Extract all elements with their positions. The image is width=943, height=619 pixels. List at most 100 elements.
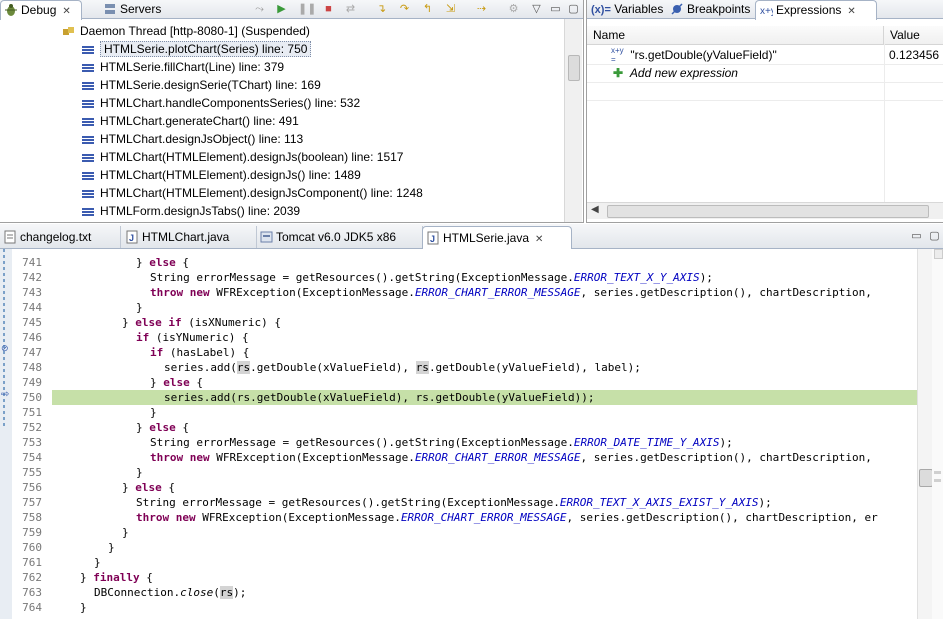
- tab-breakpoints-label: Breakpoints: [687, 2, 751, 16]
- minimize-icon[interactable]: ▭: [909, 229, 924, 243]
- close-icon[interactable]: ✕: [62, 6, 70, 17]
- thread-icon: [63, 26, 74, 35]
- terminate-icon[interactable]: ■: [321, 2, 336, 16]
- code-line[interactable]: }: [52, 300, 143, 315]
- code-line[interactable]: }: [52, 465, 143, 480]
- code-line[interactable]: if (isYNumeric) {: [52, 330, 249, 345]
- code-line-current[interactable]: series.add(rs.getDouble(xValueField), rs…: [52, 390, 594, 405]
- skip-breakpoints-icon[interactable]: ⤳: [252, 2, 267, 16]
- editor-tab-changelog[interactable]: changelog.txt: [0, 226, 121, 248]
- tab-servers[interactable]: Servers: [100, 0, 161, 18]
- scrollbar-thumb[interactable]: [607, 205, 929, 218]
- stack-frame-label: HTMLForm.designJsTabs() line: 2039: [100, 204, 301, 218]
- servers-icon: [105, 4, 115, 14]
- editor-tab-htmlserie[interactable]: J HTMLSerie.java ✕: [422, 226, 572, 249]
- view-menu-chevron-down-icon[interactable]: ▽: [529, 2, 544, 16]
- expression-row[interactable]: x+y = "rs.getDouble(yValueField)": [611, 46, 777, 64]
- code-line[interactable]: } else {: [52, 420, 189, 435]
- svg-text:x+y: x+y: [760, 6, 773, 17]
- plus-icon: ✚: [613, 66, 624, 80]
- add-new-expression[interactable]: ✚ Add new expression: [613, 64, 738, 82]
- column-header-value[interactable]: Value: [884, 26, 943, 45]
- column-header-name[interactable]: Name: [587, 26, 884, 45]
- editor-tab-label: changelog.txt: [20, 230, 92, 244]
- stack-frame-row[interactable]: HTMLForm.designJsTabs() line: 2039: [82, 202, 300, 220]
- overview-ruler[interactable]: [932, 249, 943, 619]
- thread-node[interactable]: Daemon Thread [http-8080-1] (Suspended): [62, 22, 310, 40]
- code-line[interactable]: }: [52, 540, 115, 555]
- row-divider: [587, 82, 943, 83]
- vertical-ruler[interactable]: ⊘ ⇨: [0, 249, 12, 619]
- stack-frame-row[interactable]: HTMLSerie.fillChart(Line) line: 379: [82, 58, 284, 76]
- code-line[interactable]: String errorMessage = getResources().get…: [52, 435, 733, 450]
- stack-frame-row[interactable]: HTMLChart.designJsObject() line: 113: [82, 130, 303, 148]
- stack-frame-row[interactable]: HTMLChart(HTMLElement).designJsComponent…: [82, 184, 423, 202]
- threads-icon[interactable]: ⚙: [506, 2, 521, 16]
- editor-tab-tomcat[interactable]: Tomcat v6.0 JDK5 x86: [256, 226, 423, 248]
- tab-breakpoints[interactable]: Breakpoints: [667, 0, 750, 18]
- expressions-tab-bar: (x)= Variables Breakpoints x+y Expressio…: [587, 0, 943, 20]
- code-line[interactable]: }: [52, 555, 101, 570]
- code-line[interactable]: String errorMessage = getResources().get…: [52, 495, 772, 510]
- server-config-icon: [260, 231, 273, 243]
- line-number: 763: [22, 586, 42, 599]
- use-step-filters-icon[interactable]: ⇢: [474, 2, 489, 16]
- java-editor: changelog.txt J HTMLChart.java Tomcat v6…: [0, 224, 943, 619]
- line-number: 751: [22, 406, 42, 419]
- code-line[interactable]: } else if (isXNumeric) {: [52, 315, 281, 330]
- stack-frame-icon: [82, 62, 94, 73]
- tab-variables[interactable]: (x)= Variables: [587, 0, 663, 18]
- stack-frame-icon: [82, 80, 94, 91]
- line-number: 756: [22, 481, 42, 494]
- debug-vertical-scrollbar[interactable]: [564, 19, 582, 222]
- expressions-horizontal-scrollbar[interactable]: ◀: [587, 202, 943, 219]
- disconnect-icon[interactable]: ⇄: [343, 2, 358, 16]
- close-icon[interactable]: ✕: [847, 6, 855, 17]
- stack-frame-row[interactable]: HTMLSerie.designSerie(TChart) line: 169: [82, 76, 321, 94]
- expressions-view: (x)= Variables Breakpoints x+y Expressio…: [586, 0, 943, 223]
- step-return-icon[interactable]: ↰: [420, 2, 435, 16]
- editor-tab-htmlchart[interactable]: J HTMLChart.java: [122, 226, 257, 248]
- tab-debug[interactable]: Debug ✕: [0, 0, 82, 20]
- resume-icon[interactable]: ▶: [274, 2, 289, 16]
- tab-expressions[interactable]: x+y Expressions ✕: [755, 0, 877, 20]
- stack-frame-row[interactable]: HTMLChart(HTMLElement).designJs(boolean)…: [82, 148, 403, 166]
- code-line[interactable]: } else {: [52, 375, 203, 390]
- variables-icon: (x)=: [591, 4, 611, 16]
- code-line[interactable]: }: [52, 405, 157, 420]
- code-line[interactable]: throw new WFRException(ExceptionMessage.…: [52, 285, 872, 300]
- close-icon[interactable]: ✕: [535, 234, 543, 245]
- code-line[interactable]: throw new WFRException(ExceptionMessage.…: [52, 450, 872, 465]
- stack-frame-row[interactable]: HTMLSerie.plotChart(Series) line: 750: [82, 40, 312, 58]
- stack-frame-label: HTMLChart.handleComponentsSeries() line:…: [100, 96, 361, 110]
- expression-value: 0.123456: [889, 48, 940, 62]
- step-into-icon[interactable]: ↴: [374, 2, 389, 16]
- code-line[interactable]: DBConnection.close(rs);: [52, 585, 246, 600]
- drop-to-frame-icon[interactable]: ⇲: [443, 2, 458, 16]
- editor-vertical-scrollbar[interactable]: [917, 249, 933, 619]
- minimize-icon[interactable]: ▭: [548, 2, 563, 16]
- code-line[interactable]: series.add(rs.getDouble(xValueField), rs…: [52, 360, 641, 375]
- code-line[interactable]: if (hasLabel) {: [52, 345, 249, 360]
- code-line[interactable]: } else {: [52, 480, 175, 495]
- maximize-icon[interactable]: ▢: [566, 2, 581, 16]
- line-number: 759: [22, 526, 42, 539]
- code-line[interactable]: String errorMessage = getResources().get…: [52, 270, 713, 285]
- code-line[interactable]: }: [52, 525, 129, 540]
- scrollbar-thumb[interactable]: [568, 55, 580, 81]
- scroll-left-icon[interactable]: ◀: [591, 204, 599, 215]
- stack-frame-row[interactable]: HTMLChart(HTMLElement).designJs() line: …: [82, 166, 361, 184]
- maximize-icon[interactable]: ▢: [927, 229, 942, 243]
- breakpoint-icon[interactable]: ⊘: [1, 343, 9, 354]
- stack-frame-row[interactable]: HTMLChart.handleComponentsSeries() line:…: [82, 94, 360, 112]
- scrollbar-thumb[interactable]: [919, 469, 933, 487]
- row-divider: [587, 100, 943, 101]
- code-line[interactable]: }: [52, 600, 87, 615]
- code-line[interactable]: } finally {: [52, 570, 153, 585]
- code-line[interactable]: } else {: [52, 255, 189, 270]
- stack-frame-row[interactable]: HTMLChart.generateChart() line: 491: [82, 112, 299, 130]
- code-line[interactable]: throw new WFRException(ExceptionMessage.…: [52, 510, 878, 525]
- suspend-icon[interactable]: ❚❚: [298, 2, 316, 16]
- step-over-icon[interactable]: ↷: [397, 2, 412, 16]
- stack-frame-label: HTMLChart.generateChart() line: 491: [100, 114, 299, 128]
